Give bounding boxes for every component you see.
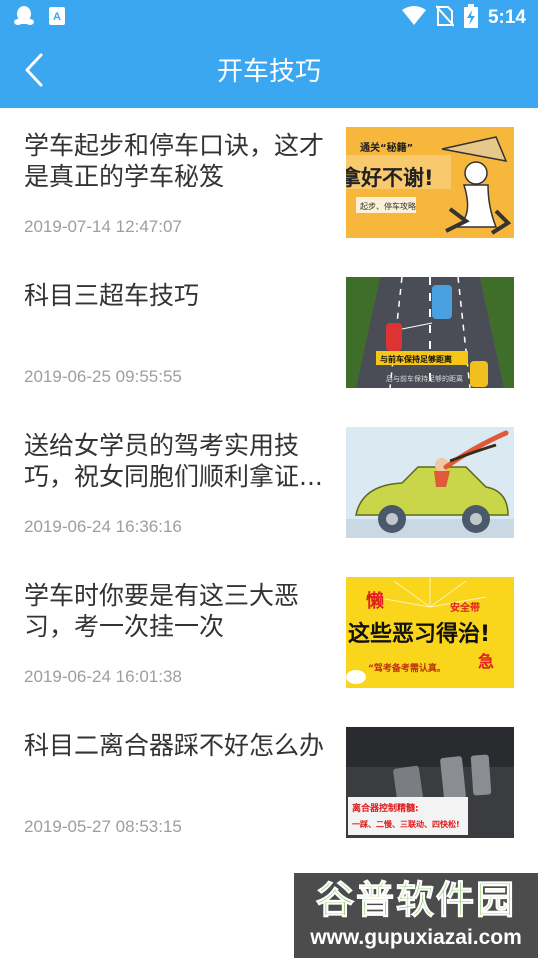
- article-date: 2019-06-24 16:36:16: [24, 517, 182, 536]
- svg-text:A: A: [53, 11, 61, 23]
- qq-icon: [14, 5, 34, 31]
- app-bar: 开车技巧: [0, 36, 538, 108]
- thumb-text: 与前车保持足够距离: [380, 354, 452, 364]
- thumb-text: 通关“秘籍”: [360, 141, 413, 154]
- article-list: 学车起步和停车口诀，这才是真正的学车秘笈 2019-07-14 12:47:07…: [0, 108, 538, 858]
- thumb-text: 拿好不谢!: [346, 166, 434, 190]
- watermark-url: www.gupuxiazai.com: [310, 926, 522, 949]
- store-icon: A: [48, 6, 66, 30]
- article-date: 2019-06-25 09:55:55: [24, 367, 182, 386]
- status-left-icons: A: [14, 5, 66, 31]
- thumb-text: 后与前车保持足够的距离: [386, 374, 463, 383]
- article-title: 科目二离合器踩不好怎么办: [24, 731, 324, 760]
- battery-charging-icon: [463, 4, 478, 32]
- no-sim-icon: [435, 5, 455, 31]
- article-item[interactable]: 学车起步和停车口诀，这才是真正的学车秘笈 2019-07-14 12:47:07…: [0, 108, 538, 258]
- article-thumbnail: 离合器控制精髓: 一踩、二慢、三联动、四快松!: [346, 727, 514, 838]
- thumb-text: 离合器控制精髓:: [352, 802, 419, 814]
- article-thumbnail: 与前车保持足够距离 后与前车保持足够的距离: [346, 277, 514, 388]
- article-title: 学车时你要是有这三大恶习，考一次挂一次: [24, 581, 300, 641]
- article-item[interactable]: 科目二离合器踩不好怎么办 2019-05-27 08:53:15 离合器控制精髓…: [0, 708, 538, 858]
- article-item[interactable]: 科目三超车技巧 2019-06-25 09:55:55 与前车保持足够距离 后与…: [0, 258, 538, 408]
- page-title: 开车技巧: [216, 57, 321, 87]
- thumb-text: 起步、停车攻略: [360, 201, 416, 211]
- article-date: 2019-06-24 16:01:38: [24, 667, 182, 686]
- article-item[interactable]: 送给女学员的驾考实用技巧，祝女同胞们顺利拿证... 2019-06-24 16:…: [0, 408, 538, 558]
- thumb-text: 急: [478, 652, 494, 671]
- watermark-brand: 谷普软件园: [315, 878, 516, 923]
- article-date: 2019-05-27 08:53:15: [24, 817, 182, 836]
- article-title: 送给女学员的驾考实用技巧，祝女同胞们顺利拿证...: [24, 431, 323, 491]
- thumb-text: 一踩、二慢、三联动、四快松!: [352, 819, 460, 829]
- status-right-icons: 5:14: [401, 4, 526, 32]
- article-thumbnail: 通关“秘籍” 拿好不谢! 起步、停车攻略: [346, 127, 514, 238]
- wifi-icon: [401, 6, 426, 30]
- thumb-text: 这些恶习得治!: [348, 621, 490, 647]
- thumb-text: 懒: [366, 590, 384, 612]
- thumb-text: “驾考备考需认真。: [368, 662, 446, 674]
- article-thumbnail: [346, 427, 514, 538]
- status-time: 5:14: [487, 7, 526, 28]
- article-date: 2019-07-14 12:47:07: [24, 217, 182, 236]
- thumb-text: 安全带: [450, 601, 480, 614]
- article-title: 科目三超车技巧: [24, 281, 200, 310]
- article-title: 学车起步和停车口诀，这才是真正的学车秘笈: [24, 131, 324, 191]
- status-bar: A 5:14: [0, 0, 538, 36]
- watermark: 谷普软件园 www.gupuxiazai.com: [294, 873, 538, 958]
- article-thumbnail: 懒 安全带 这些恶习得治! 急 “驾考备考需认真。: [346, 577, 514, 688]
- article-item[interactable]: 学车时你要是有这三大恶习，考一次挂一次 2019-06-24 16:01:38 …: [0, 558, 538, 708]
